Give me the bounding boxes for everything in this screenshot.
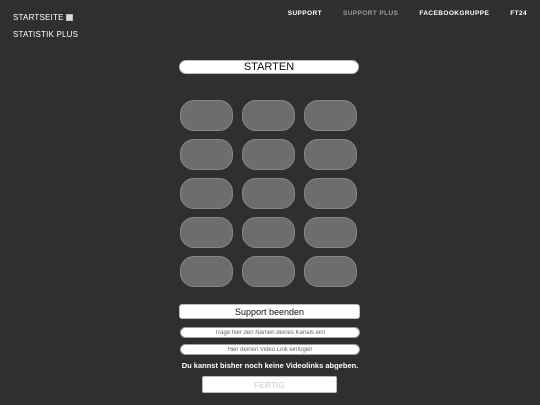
video-slot[interactable]	[304, 100, 357, 131]
video-slot[interactable]	[180, 178, 233, 209]
nav-stats-link[interactable]: STATISTIK PLUS	[13, 30, 78, 39]
status-message: Du kannst bisher noch keine Videolinks a…	[181, 361, 359, 370]
video-link-input[interactable]	[180, 344, 360, 355]
video-slot[interactable]	[242, 100, 295, 131]
nav-support-link[interactable]: SUPPORT	[288, 10, 322, 17]
video-slot[interactable]	[304, 256, 357, 287]
video-slot-grid	[180, 100, 357, 287]
nav-support-plus-link[interactable]: SUPPORT PLUS	[343, 10, 398, 17]
video-slot[interactable]	[304, 178, 357, 209]
video-slot[interactable]	[180, 256, 233, 287]
nav-home-link[interactable]: STARTSEITE	[13, 13, 64, 22]
video-slot[interactable]	[304, 139, 357, 170]
nav-facebook-group-link[interactable]: FACEBOOKGRUPPE	[419, 10, 489, 17]
left-nav: STARTSEITE STATISTIK PLUS	[13, 9, 78, 43]
video-slot[interactable]	[242, 178, 295, 209]
video-slot[interactable]	[180, 217, 233, 248]
video-slot[interactable]	[180, 100, 233, 131]
done-button[interactable]: FERTIG	[202, 376, 337, 393]
video-slot[interactable]	[242, 139, 295, 170]
broken-image-icon	[65, 14, 73, 21]
video-slot[interactable]	[180, 139, 233, 170]
top-nav: SUPPORT SUPPORT PLUS FACEBOOKGRUPPE FT24	[288, 10, 527, 17]
video-slot[interactable]	[304, 217, 357, 248]
channel-name-input[interactable]	[180, 327, 360, 338]
video-slot[interactable]	[242, 217, 295, 248]
nav-ft24-link[interactable]: FT24	[510, 10, 527, 17]
end-support-button[interactable]: Support beenden	[179, 304, 360, 319]
video-slot[interactable]	[242, 256, 295, 287]
start-button[interactable]: STARTEN	[179, 60, 359, 74]
